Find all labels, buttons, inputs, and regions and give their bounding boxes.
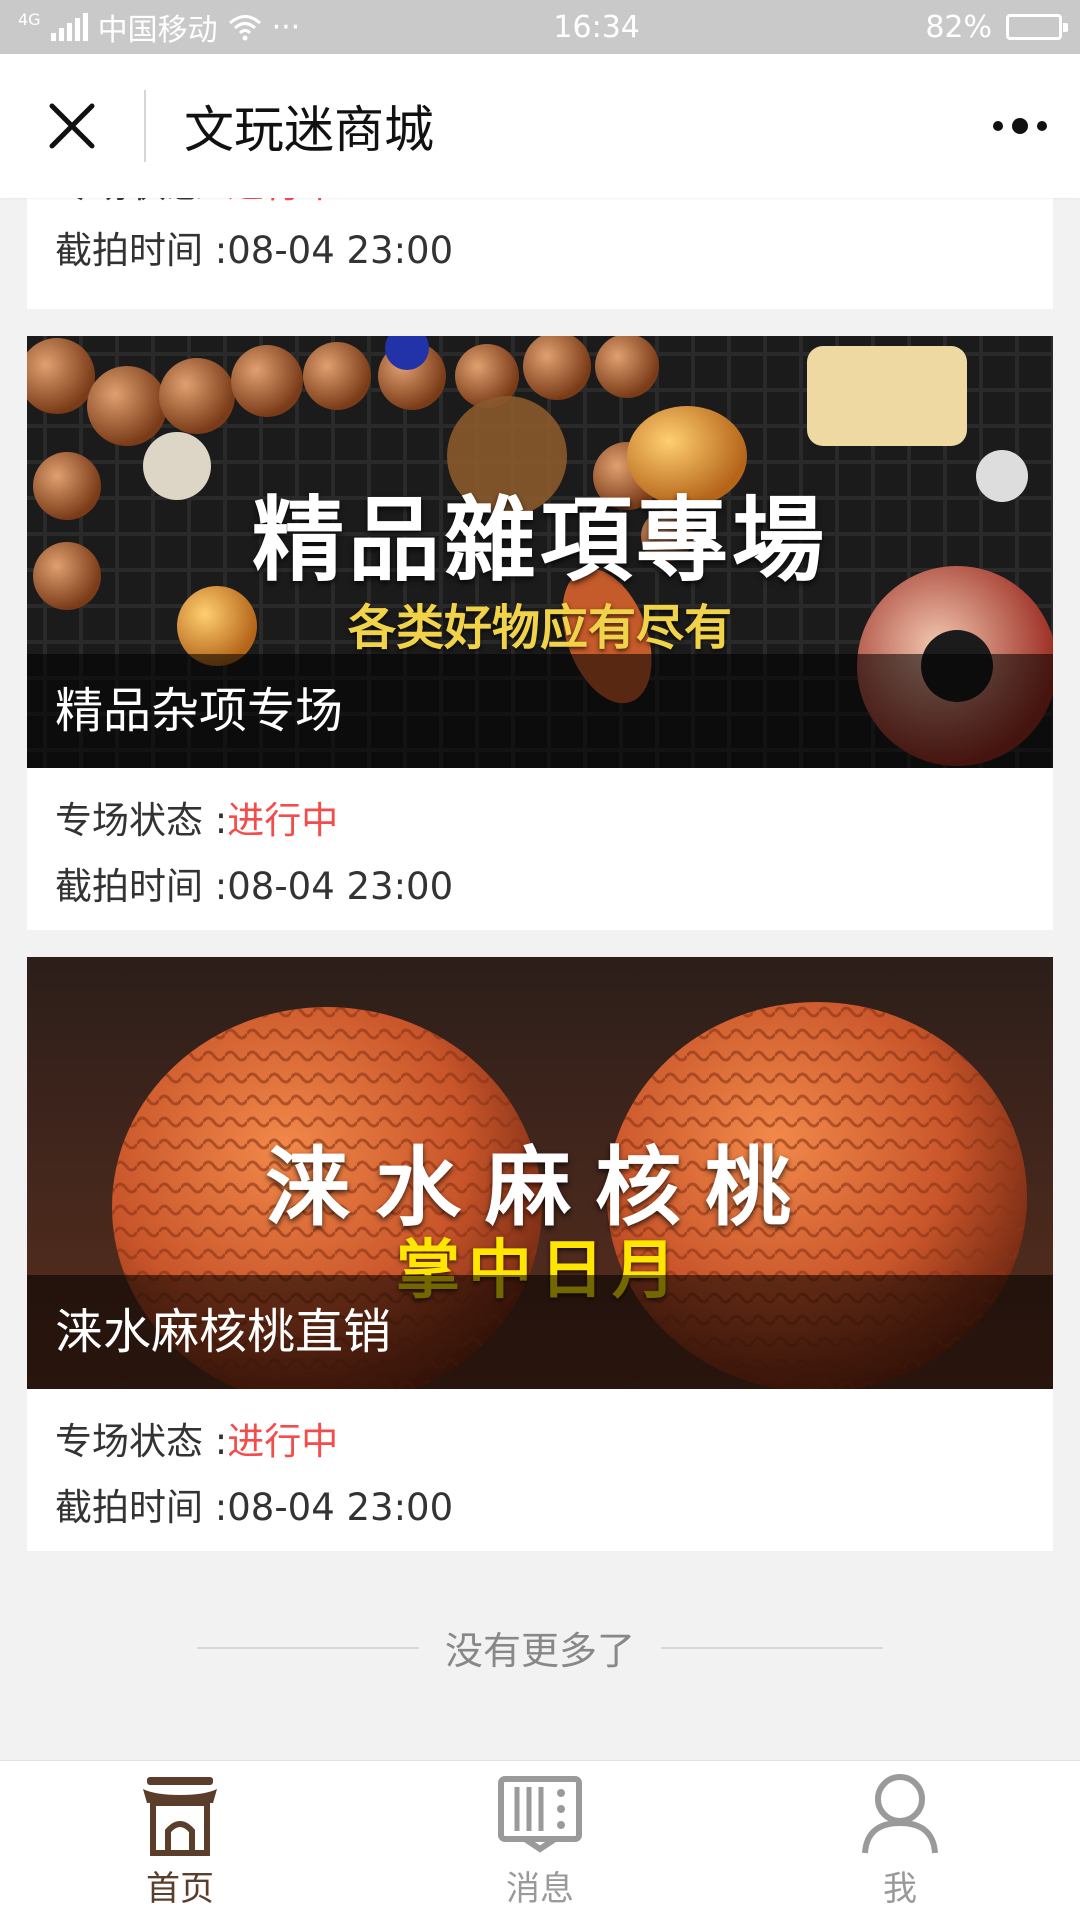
nav-divider xyxy=(144,90,146,162)
status-value: 进行中 xyxy=(227,799,339,842)
battery-icon xyxy=(1006,14,1068,40)
card-info: 专场状态 :进行中 截拍时间 :08-04 23:00 xyxy=(27,768,1053,920)
end-time-row: 截拍时间 :08-04 23:00 xyxy=(55,218,1025,284)
more-button[interactable] xyxy=(960,54,1080,198)
banner-subheading: 各类好物应有尽有 xyxy=(347,600,732,656)
message-board-icon xyxy=(498,1776,582,1853)
carrier-name: 中国移动 xyxy=(97,13,218,48)
end-of-list: 没有更多了 xyxy=(0,1620,1080,1675)
status-label: 专场状态 : xyxy=(55,1420,228,1463)
banner-caption: 精品杂项专场 xyxy=(27,654,1053,768)
wifi-icon xyxy=(228,15,261,41)
status-value: 进行中 xyxy=(227,198,338,206)
end-time-label: 截拍时间 : xyxy=(55,229,228,272)
status-label: 专场状态 : xyxy=(55,198,227,206)
status-row: 专场状态 :进行中 xyxy=(55,788,1025,854)
status-time: 16:34 xyxy=(553,9,640,45)
auction-card[interactable]: 精品雜項專場 各类好物应有尽有 精品杂项专场 专场状态 :进行中 截拍时间 :0… xyxy=(27,336,1053,930)
banner-caption: 涞水麻核桃直销 xyxy=(27,1275,1053,1389)
status-label: 专场状态 : xyxy=(55,799,228,842)
page-title: 文玩迷商城 xyxy=(184,101,434,159)
status-right: 82% xyxy=(925,9,1068,45)
card-info: 专场状态 :进行中 截拍时间 :08-04 23:00 xyxy=(27,198,1053,284)
status-row: 专场状态 :进行中 xyxy=(55,198,1025,218)
network-type: 4G xyxy=(18,9,41,29)
divider-line xyxy=(661,1646,883,1649)
end-time-label: 截拍时间 : xyxy=(55,865,228,908)
tab-messages[interactable]: 消息 xyxy=(360,1761,720,1920)
tab-home[interactable]: 首页 xyxy=(0,1761,360,1920)
auction-card[interactable]: 涞水麻核桃 掌中日月 涞水麻核桃直销 专场状态 :进行中 截拍时间 :08-04… xyxy=(27,957,1053,1551)
auction-list: 专场状态 :进行中 截拍时间 :08-04 23:00 xyxy=(0,198,1080,1760)
tab-label: 消息 xyxy=(506,1869,574,1909)
status-value: 进行中 xyxy=(227,1420,339,1463)
end-time-row: 截拍时间 :08-04 23:00 xyxy=(55,854,1025,920)
no-more-text: 没有更多了 xyxy=(444,1629,635,1673)
status-bar: 4G 中国移动 ··· 16:34 82% xyxy=(0,0,1080,54)
auction-card[interactable]: 专场状态 :进行中 截拍时间 :08-04 23:00 xyxy=(27,198,1053,309)
end-time-value: 08-04 23:00 xyxy=(227,865,454,908)
banner-image[interactable]: 精品雜項專場 各类好物应有尽有 精品杂项专场 xyxy=(27,336,1053,768)
battery-percent: 82% xyxy=(925,9,992,45)
tab-label: 我 xyxy=(883,1869,917,1909)
more-dot-icon xyxy=(1012,118,1028,134)
tab-me[interactable]: 我 xyxy=(720,1761,1080,1920)
more-dot-icon xyxy=(1037,121,1047,131)
end-time-row: 截拍时间 :08-04 23:00 xyxy=(55,1475,1025,1541)
banner-image[interactable]: 涞水麻核桃 掌中日月 涞水麻核桃直销 xyxy=(27,957,1053,1389)
nav-bar: 文玩迷商城 xyxy=(0,54,1080,198)
more-dot-icon xyxy=(993,121,1003,131)
end-time-value: 08-04 23:00 xyxy=(227,1486,454,1529)
home-pavilion-icon xyxy=(143,1777,217,1856)
signal-icon xyxy=(50,13,88,41)
end-time-label: 截拍时间 : xyxy=(55,1486,228,1529)
person-icon xyxy=(862,1774,938,1854)
tab-bar: 首页 消息 我 xyxy=(0,1760,1080,1920)
end-time-value: 08-04 23:00 xyxy=(227,229,454,272)
card-info: 专场状态 :进行中 截拍时间 :08-04 23:00 xyxy=(27,1389,1053,1541)
status-row: 专场状态 :进行中 xyxy=(55,1409,1025,1475)
banner-heading: 精品雜項專場 xyxy=(251,486,828,594)
close-icon xyxy=(49,103,95,149)
close-button[interactable] xyxy=(0,54,144,198)
divider-line xyxy=(196,1646,419,1649)
tab-label: 首页 xyxy=(146,1869,214,1909)
